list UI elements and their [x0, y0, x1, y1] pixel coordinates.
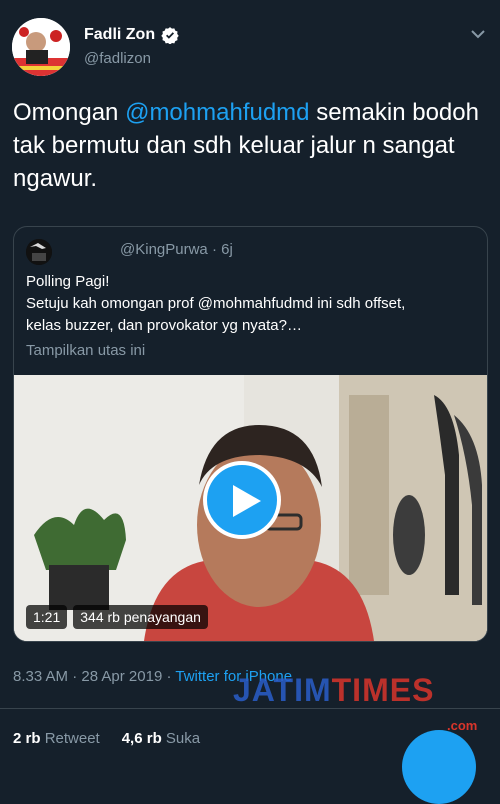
author-avatar[interactable] [12, 18, 70, 76]
author-handle[interactable]: @fadlizon [84, 50, 151, 67]
video-views: 344 rb penayangan [73, 605, 208, 629]
watermark-logo: JATIMTIMES [233, 672, 434, 709]
quoted-tweet-text: Polling Pagi! Setuju kah omongan prof @m… [26, 271, 476, 337]
tweet-text: Omongan @mohmahfudmd semakin bodoh tak b… [13, 96, 487, 195]
play-button[interactable] [203, 461, 281, 539]
video-info-badges: 1:21 344 rb penayangan [26, 605, 208, 629]
quoted-text-line: Setuju kah omongan prof @mohmahfudmd ini… [26, 295, 406, 312]
tweet-text-part: Omongan [13, 99, 126, 126]
meta-separator: · [162, 668, 176, 685]
quoted-text-line: kelas buzzer, dan provokator yg nyata?… [26, 317, 302, 334]
watermark-text: TIMES [331, 672, 435, 708]
meta-separator: · [68, 668, 82, 685]
author-display-name[interactable]: Fadli Zon [84, 26, 155, 44]
watermark-text: JATIM [233, 672, 332, 708]
quoted-tweet-card[interactable]: @KingPurwa · 6j Polling Pagi! Setuju kah… [13, 226, 488, 642]
quoted-author-handle[interactable]: @KingPurwa [120, 241, 208, 258]
tweet-date[interactable]: 28 Apr 2019 [81, 668, 162, 685]
verified-badge-icon [161, 27, 179, 44]
video-duration: 1:21 [26, 605, 68, 629]
tweet-stats: 2 rb Retweet 4,6 rb Suka [13, 730, 200, 747]
retweets-stat[interactable]: 2 rb Retweet [13, 730, 100, 747]
compose-fab-icon[interactable] [402, 730, 476, 804]
watermark-suffix: .com [447, 718, 478, 733]
quoted-text-line: Polling Pagi! [26, 273, 110, 290]
show-thread-link[interactable]: Tampilkan utas ini [26, 342, 145, 359]
tweet-time[interactable]: 8.33 AM [13, 668, 68, 685]
quoted-tweet-time: · 6j [211, 241, 233, 258]
quoted-author-avatar [26, 239, 52, 265]
tweet-header: Fadli Zon @fadlizon [0, 0, 500, 90]
likes-label: Suka [165, 730, 201, 747]
retweets-count: 2 rb [13, 730, 41, 747]
author-name-row: Fadli Zon [84, 26, 179, 44]
likes-stat[interactable]: 4,6 rb Suka [122, 730, 200, 747]
tweet-mention-link[interactable]: @mohmahfudmd [125, 99, 309, 126]
likes-count: 4,6 rb [121, 730, 162, 747]
quoted-tweet-meta: @KingPurwa · 6j [120, 241, 233, 258]
chevron-down-icon[interactable] [470, 28, 486, 40]
video-player[interactable]: 1:21 344 rb penayangan [14, 375, 487, 641]
play-icon [233, 485, 261, 517]
retweets-label: Retweet [44, 730, 100, 747]
